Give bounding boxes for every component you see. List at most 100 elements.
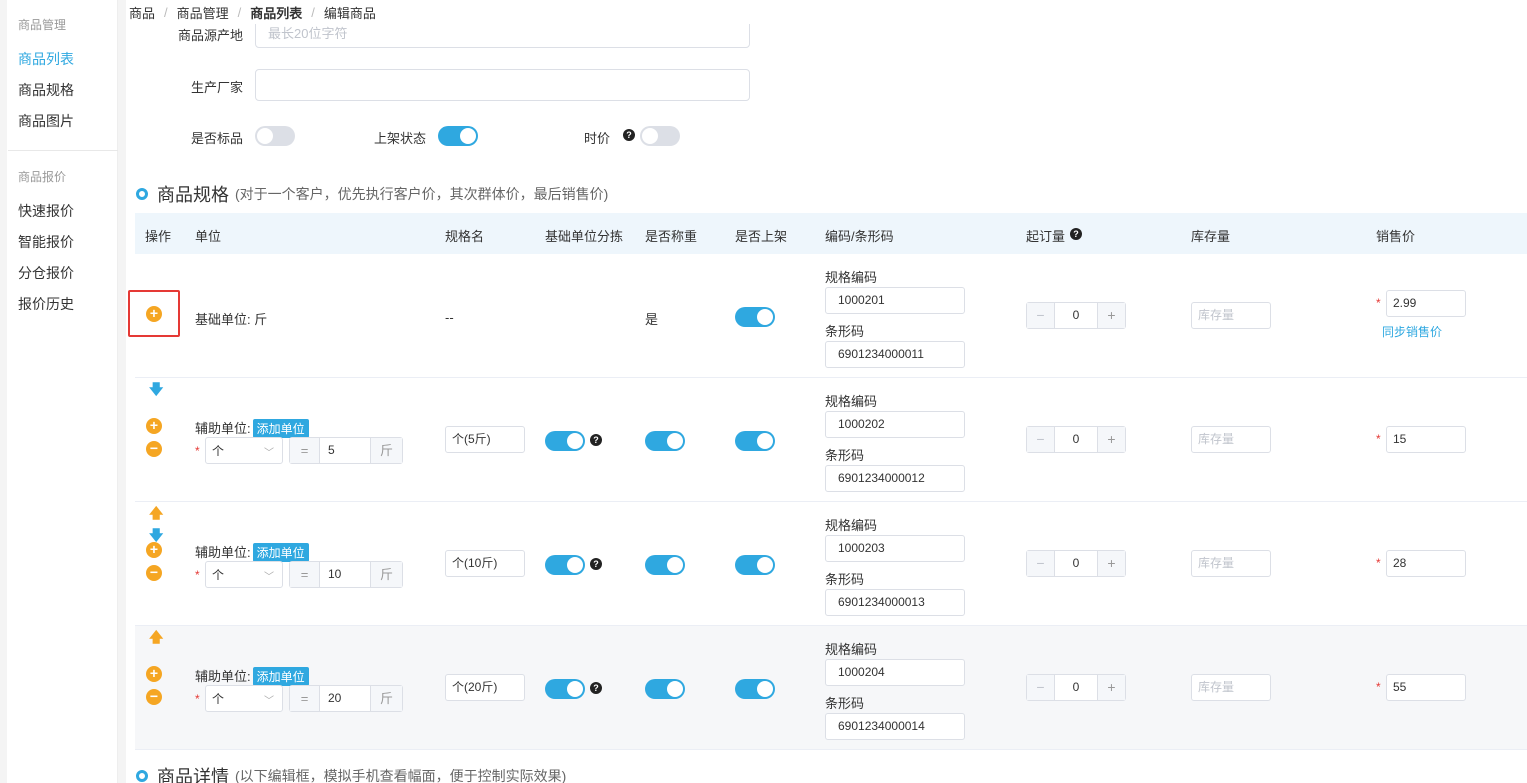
- base-sort-help-icon[interactable]: ?: [590, 434, 602, 446]
- maker-input[interactable]: [255, 69, 750, 101]
- decrement-button[interactable]: −: [1027, 303, 1055, 328]
- add-row-button[interactable]: +: [146, 666, 162, 682]
- unit-conversion-group[interactable]: = 5 斤: [289, 437, 403, 464]
- required-mark: *: [1376, 680, 1381, 694]
- add-row-button[interactable]: +: [146, 418, 162, 434]
- spec-table-header: 操作 单位 规格名 基础单位分拣 是否称重 是否上架 编码/条形码 起订量 ? …: [135, 213, 1527, 254]
- unit-conversion-group[interactable]: = 20 斤: [289, 685, 403, 712]
- moq-value[interactable]: 0: [1055, 675, 1097, 700]
- remove-row-button[interactable]: −: [146, 565, 162, 581]
- conversion-qty[interactable]: 20: [320, 686, 370, 711]
- weigh-toggle[interactable]: [645, 431, 685, 451]
- sync-price-link[interactable]: 同步销售价: [1382, 323, 1442, 340]
- stock-input[interactable]: 库存量: [1191, 550, 1271, 577]
- add-unit-tag[interactable]: 添加单位: [252, 543, 309, 562]
- move-down-icon[interactable]: 🡇: [149, 528, 163, 542]
- moq-stepper[interactable]: − 0 +: [1026, 302, 1126, 329]
- stock-placeholder: 库存量: [1198, 432, 1235, 446]
- sidebar-item-quick-quote[interactable]: 快速报价: [18, 201, 74, 221]
- aux-unit-text: 辅助单位:: [195, 545, 251, 560]
- conversion-qty[interactable]: 5: [320, 438, 370, 463]
- weigh-toggle[interactable]: [645, 679, 685, 699]
- standard-toggle[interactable]: [255, 126, 295, 146]
- moq-value[interactable]: 0: [1055, 551, 1097, 576]
- spec-code-input[interactable]: 1000203: [825, 535, 965, 562]
- moq-stepper[interactable]: − 0 +: [1026, 426, 1126, 453]
- decrement-button[interactable]: −: [1027, 675, 1055, 700]
- sidebar-item-smart-quote[interactable]: 智能报价: [18, 232, 74, 252]
- barcode-input[interactable]: 6901234000011: [825, 341, 965, 368]
- listed-toggle[interactable]: [438, 126, 478, 146]
- breadcrumb-item-goods-mgmt[interactable]: 商品管理: [177, 3, 229, 22]
- sidebar-item-goods-spec[interactable]: 商品规格: [18, 80, 74, 100]
- spec-code-input[interactable]: 1000204: [825, 659, 965, 686]
- listed-toggle[interactable]: [735, 307, 775, 327]
- stock-input[interactable]: 库存量: [1191, 674, 1271, 701]
- breadcrumb-separator: /: [311, 4, 315, 20]
- add-row-button[interactable]: +: [146, 306, 162, 322]
- decrement-button[interactable]: −: [1027, 427, 1055, 452]
- add-unit-tag[interactable]: 添加单位: [252, 667, 309, 686]
- decrement-button[interactable]: −: [1027, 551, 1055, 576]
- listed-toggle[interactable]: [735, 431, 775, 451]
- unit-select[interactable]: 个 ﹀: [205, 437, 283, 464]
- moq-help-icon[interactable]: ?: [1070, 228, 1082, 240]
- move-down-icon[interactable]: 🡇: [149, 382, 163, 396]
- base-sort-toggle[interactable]: [545, 555, 585, 575]
- barcode-input[interactable]: 6901234000014: [825, 713, 965, 740]
- increment-button[interactable]: +: [1097, 303, 1125, 328]
- base-sort-help-icon[interactable]: ?: [590, 682, 602, 694]
- spec-code-input[interactable]: 1000202: [825, 411, 965, 438]
- base-sort-help-icon[interactable]: ?: [590, 558, 602, 570]
- market-price-toggle[interactable]: [640, 126, 680, 146]
- sidebar-item-warehouse-quote[interactable]: 分仓报价: [18, 263, 74, 283]
- increment-button[interactable]: +: [1097, 551, 1125, 576]
- moq-stepper[interactable]: − 0 +: [1026, 674, 1126, 701]
- increment-button[interactable]: +: [1097, 427, 1125, 452]
- moq-stepper[interactable]: − 0 +: [1026, 550, 1126, 577]
- base-sort-toggle[interactable]: [545, 679, 585, 699]
- move-up-icon[interactable]: 🡅: [149, 630, 163, 644]
- increment-button[interactable]: +: [1097, 675, 1125, 700]
- market-price-help-icon[interactable]: ?: [623, 129, 635, 141]
- moq-value[interactable]: 0: [1055, 427, 1097, 452]
- breadcrumb-item-edit: 编辑商品: [323, 5, 376, 21]
- unit-select[interactable]: 个 ﹀: [205, 685, 283, 712]
- price-input[interactable]: 15: [1386, 426, 1466, 453]
- sidebar-item-goods-list[interactable]: 商品列表: [18, 49, 74, 69]
- listed-toggle[interactable]: [735, 555, 775, 575]
- add-row-button[interactable]: +: [146, 542, 162, 558]
- main-content: 商品源产地 最长20位字符 生产厂家 是否标品 上架状态 时价 ? 商品规格 (…: [126, 24, 1527, 783]
- sidebar-item-goods-image[interactable]: 商品图片: [18, 111, 74, 131]
- stock-placeholder: 库存量: [1198, 680, 1235, 694]
- sidebar-item-quote-history[interactable]: 报价历史: [18, 294, 74, 314]
- stock-input[interactable]: 库存量: [1191, 426, 1271, 453]
- moq-value[interactable]: 0: [1055, 303, 1097, 328]
- listed-toggle[interactable]: [735, 679, 775, 699]
- breadcrumb-item-goods[interactable]: 商品: [129, 3, 155, 22]
- conversion-qty[interactable]: 10: [320, 562, 370, 587]
- move-up-icon[interactable]: 🡅: [149, 506, 163, 520]
- breadcrumb-item-goods-list[interactable]: 商品列表: [250, 3, 302, 22]
- weigh-toggle[interactable]: [645, 555, 685, 575]
- origin-input[interactable]: 最长20位字符: [255, 24, 750, 48]
- unit-conversion-group[interactable]: = 10 斤: [289, 561, 403, 588]
- spec-name-input[interactable]: 个(5斤): [445, 426, 525, 453]
- stock-input[interactable]: 库存量: [1191, 302, 1271, 329]
- spec-name-input[interactable]: 个(20斤): [445, 674, 525, 701]
- base-sort-toggle[interactable]: [545, 431, 585, 451]
- price-input[interactable]: 2.99: [1386, 290, 1466, 317]
- unit-select[interactable]: 个 ﹀: [205, 561, 283, 588]
- remove-row-button[interactable]: −: [146, 441, 162, 457]
- remove-row-button[interactable]: −: [146, 689, 162, 705]
- price-input[interactable]: 28: [1386, 550, 1466, 577]
- th-stock: 库存量: [1191, 229, 1231, 244]
- spec-name-input[interactable]: 个(10斤): [445, 550, 525, 577]
- barcode-input[interactable]: 6901234000013: [825, 589, 965, 616]
- add-unit-tag[interactable]: 添加单位: [252, 419, 309, 438]
- breadcrumb-separator: /: [164, 4, 168, 20]
- price-input[interactable]: 55: [1386, 674, 1466, 701]
- table-row: 🡅 + − 辅助单位: 添加单位 * 个 ﹀ = 20 斤 个(20斤) ? 规格编…: [135, 626, 1527, 750]
- barcode-input[interactable]: 6901234000012: [825, 465, 965, 492]
- spec-code-input[interactable]: 1000201: [825, 287, 965, 314]
